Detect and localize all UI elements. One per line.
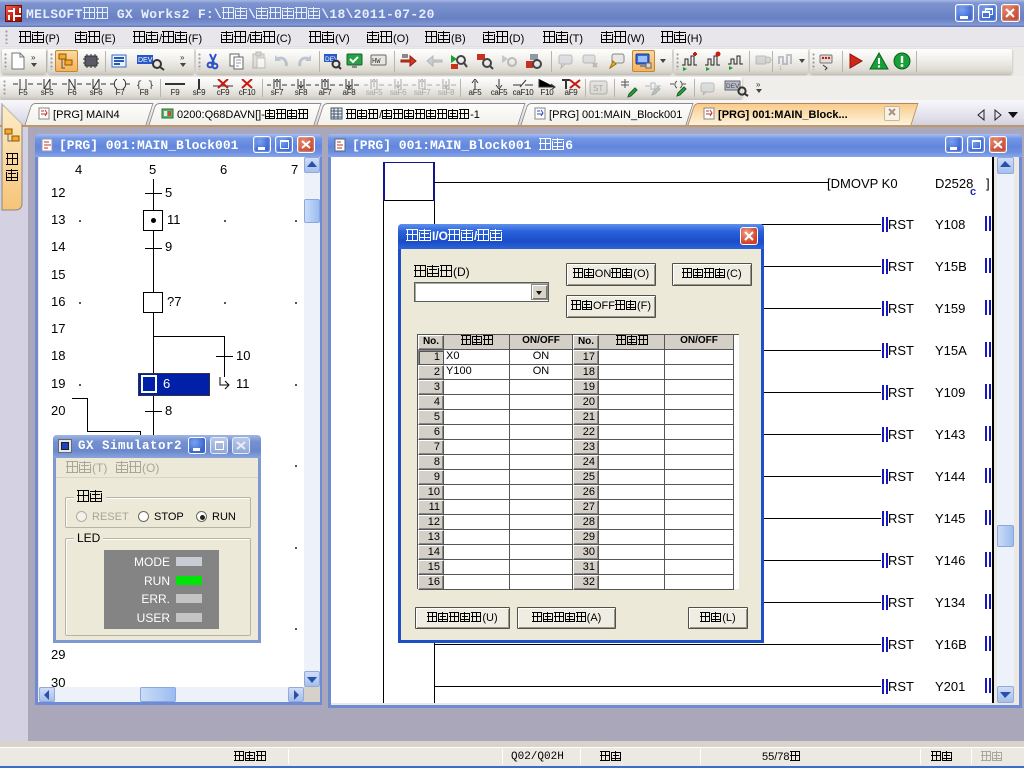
svg-text:1: 1: [779, 66, 783, 71]
svg-text:DEV: DEV: [138, 57, 153, 64]
svg-text:ST: ST: [593, 84, 603, 93]
svg-text:HW: HW: [372, 58, 381, 66]
